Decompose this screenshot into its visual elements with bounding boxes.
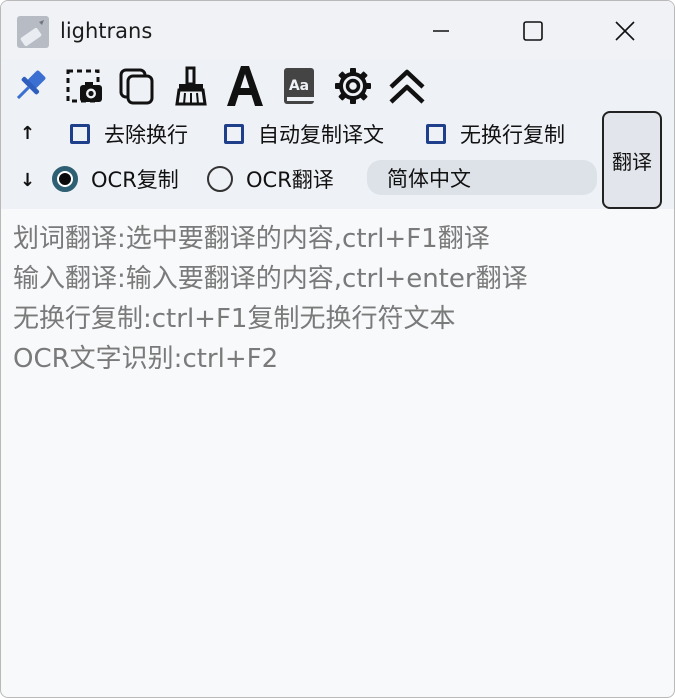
maximize-icon (523, 21, 543, 41)
double-chevron-up-icon (389, 69, 425, 104)
title-bar[interactable]: lightrans (1, 1, 674, 59)
radio-label: OCR复制 (91, 168, 179, 192)
toolbar: Aa (1, 59, 674, 111)
clear-button[interactable] (169, 63, 213, 109)
font-a-icon (227, 66, 263, 106)
options-panel: ↑ ↓ 去除换行 自动复制译文 无换行复制 OCR复制 OCR翻译 简体中文 翻… (1, 111, 674, 209)
minimize-button[interactable] (418, 9, 464, 53)
checkbox-copy-without-linebreaks[interactable]: 无换行复制 (426, 123, 565, 147)
text-area[interactable]: 划词翻译:选中要翻译的内容,ctrl+F1翻译 输入翻译:输入要翻译的内容,ct… (13, 219, 653, 379)
language-select[interactable]: 简体中文 (367, 160, 597, 195)
checkbox-label: 去除换行 (104, 123, 188, 147)
checkbox-box[interactable] (426, 124, 446, 144)
copy-icon (119, 68, 154, 105)
maximize-button[interactable] (510, 9, 556, 53)
radio-circle-selected[interactable] (52, 166, 78, 192)
help-line: 输入翻译:输入要翻译的内容,ctrl+enter翻译 (13, 264, 528, 294)
font-button[interactable] (223, 63, 267, 109)
checkbox-box[interactable] (224, 124, 244, 144)
radio-circle[interactable] (207, 166, 233, 192)
help-line: 划词翻译:选中要翻译的内容,ctrl+F1翻译 (13, 224, 490, 254)
checkbox-label: 无换行复制 (460, 123, 565, 147)
radio-label: OCR翻译 (246, 168, 334, 192)
help-line: OCR文字识别:ctrl+F2 (13, 344, 279, 374)
screenshot-button[interactable] (62, 63, 106, 109)
minimize-icon (433, 30, 449, 32)
broom-icon (175, 66, 207, 106)
help-line: 无换行复制:ctrl+F1复制无换行符文本 (13, 304, 456, 334)
checkbox-label: 自动复制译文 (258, 123, 384, 147)
checkbox-remove-linebreaks[interactable]: 去除换行 (70, 123, 188, 147)
close-button[interactable] (602, 9, 648, 53)
swap-up-arrow[interactable]: ↑ (20, 123, 35, 144)
close-icon (615, 21, 635, 41)
settings-button[interactable] (331, 63, 375, 109)
screenshot-camera-icon (66, 69, 102, 103)
translate-button[interactable]: 翻译 (602, 111, 662, 209)
radio-ocr-translate[interactable]: OCR翻译 (207, 163, 334, 195)
checkbox-auto-copy-translation[interactable]: 自动复制译文 (224, 123, 384, 147)
app-window: lightrans Aa ↑ ↓ 去除换行 自动复制译文 无换行复制 OCR复制… (0, 0, 675, 698)
swap-down-arrow[interactable]: ↓ (20, 170, 35, 191)
window-title: lightrans (60, 19, 153, 43)
dictionary-button[interactable]: Aa (277, 63, 321, 109)
dictionary-icon: Aa (284, 68, 314, 104)
radio-ocr-copy[interactable]: OCR复制 (52, 163, 179, 195)
checkbox-box[interactable] (70, 124, 90, 144)
copy-button[interactable] (115, 63, 159, 109)
gear-icon (335, 68, 371, 104)
collapse-button[interactable] (385, 63, 429, 109)
app-logo-icon (17, 16, 49, 48)
svg-text:Aa: Aa (289, 78, 309, 94)
pin-button[interactable] (8, 63, 52, 109)
pin-icon (16, 70, 46, 100)
